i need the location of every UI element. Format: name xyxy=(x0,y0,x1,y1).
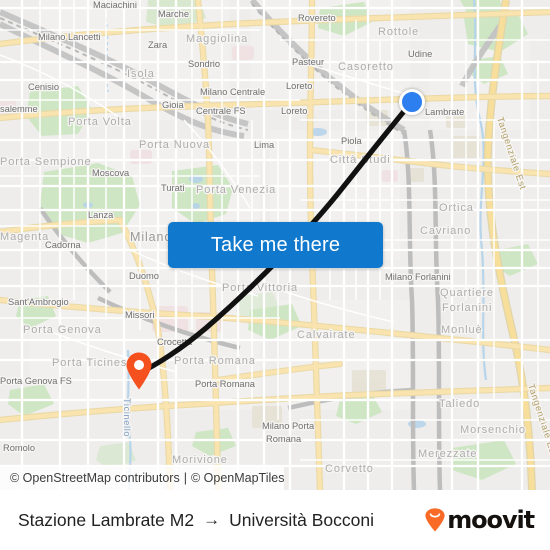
map-label: Casoretto xyxy=(338,61,394,73)
origin-marker[interactable] xyxy=(399,89,425,115)
map-label: Maciachini xyxy=(93,0,137,10)
map-label: salemme xyxy=(0,104,38,114)
map-label: Cenisio xyxy=(28,82,59,92)
map-label: Monluè xyxy=(441,324,482,336)
map-label: Porta Volta xyxy=(68,116,132,128)
map-label: Ortica xyxy=(439,202,474,214)
trip-destination[interactable]: Università Bocconi xyxy=(229,510,374,531)
map-label: Taliedo xyxy=(439,398,480,410)
map-label: Milano Forlanini xyxy=(385,272,451,282)
map-label: Centrale FS xyxy=(196,106,246,116)
map-label: Loreto xyxy=(281,106,307,116)
map-canvas[interactable]: Milano Maggiolina Isola Porta Volta Porta S… xyxy=(0,0,550,490)
map-label: Porta Nuova xyxy=(139,139,210,151)
trip-summary: Stazione Lambrate M2 → Università Boccon… xyxy=(0,510,374,531)
map-label: Corvetto xyxy=(325,463,374,475)
map-label: Porta Vittoria xyxy=(222,282,298,294)
moovit-trip-map-widget: Milano Maggiolina Isola Porta Volta Porta S… xyxy=(0,0,550,550)
map-pin-icon xyxy=(126,352,152,390)
map-label: Porta Ticinese xyxy=(52,357,134,369)
moovit-logo[interactable]: moovit xyxy=(424,506,535,534)
map-label: Magenta xyxy=(0,231,49,243)
map-label: Milano Centrale xyxy=(200,87,265,97)
map-label: Duomo xyxy=(129,271,159,281)
map-label: Porta Sempione xyxy=(0,156,91,168)
map-label: Calvairate xyxy=(297,329,356,341)
map-label: Ticinello xyxy=(122,398,132,437)
map-label: Quartiere xyxy=(440,287,494,299)
map-label: Turati xyxy=(161,183,184,193)
map-label: Cavriano xyxy=(420,225,471,237)
moovit-wordmark: moovit xyxy=(447,506,535,534)
map-label: Sant'Ambrogio xyxy=(8,297,69,307)
map-label: Marche xyxy=(158,9,189,19)
map-label: Merezzate xyxy=(418,448,477,460)
map-label: Porta Romana xyxy=(195,379,256,389)
map-label: Lanza xyxy=(88,210,114,220)
map-label: Romana xyxy=(266,434,302,444)
take-me-there-label: Take me there xyxy=(210,233,341,256)
map-label: Rovereto xyxy=(298,13,336,23)
map-label: Gioia xyxy=(162,100,185,110)
map-label: Porta Romana xyxy=(174,355,256,367)
moovit-pin-icon xyxy=(425,508,445,532)
map-label: Morivione xyxy=(172,454,228,466)
take-me-there-button[interactable]: Take me there xyxy=(168,222,383,268)
trip-footer: Stazione Lambrate M2 → Università Boccon… xyxy=(0,490,550,550)
attribution-separator: | xyxy=(183,471,187,485)
map-label: Missori xyxy=(125,310,154,320)
map-attribution: © OpenStreetMap contributors | © OpenMap… xyxy=(0,466,285,490)
map-label: Forlanini xyxy=(442,302,492,314)
map-label: Morsenchio xyxy=(460,424,526,436)
map-label: Udine xyxy=(408,49,432,59)
destination-marker[interactable] xyxy=(125,352,153,390)
map-label: Porta Genova xyxy=(23,324,102,336)
map-label: Moscova xyxy=(92,168,130,178)
map-label: Milano Lancetti xyxy=(38,32,101,42)
attribution-tiles[interactable]: © OpenMapTiles xyxy=(191,471,285,485)
map-label: Milano xyxy=(130,230,172,244)
map-label: Loreto xyxy=(286,81,312,91)
map-label: Isola xyxy=(127,68,155,80)
map-label: Piola xyxy=(341,136,363,146)
arrow-right-icon: → xyxy=(203,510,221,529)
map-label: Pasteur xyxy=(292,57,324,67)
map-label: Rottole xyxy=(378,26,419,38)
map-label: Lambrate xyxy=(425,107,464,117)
map-label: Romolo xyxy=(3,443,35,453)
map-label: Sondrio xyxy=(188,59,220,69)
map-label: Porta Genova FS xyxy=(0,376,72,386)
map-label: Zara xyxy=(148,40,168,50)
map-label: Cadorna xyxy=(45,240,81,250)
attribution-osm[interactable]: © OpenStreetMap contributors xyxy=(10,471,180,485)
map-label: Porta Venezia xyxy=(196,184,276,196)
map-label: Maggiolina xyxy=(186,33,248,45)
map-label: Lima xyxy=(254,140,275,150)
map-label: Milano Porta xyxy=(262,421,315,431)
trip-origin[interactable]: Stazione Lambrate M2 xyxy=(18,510,194,531)
